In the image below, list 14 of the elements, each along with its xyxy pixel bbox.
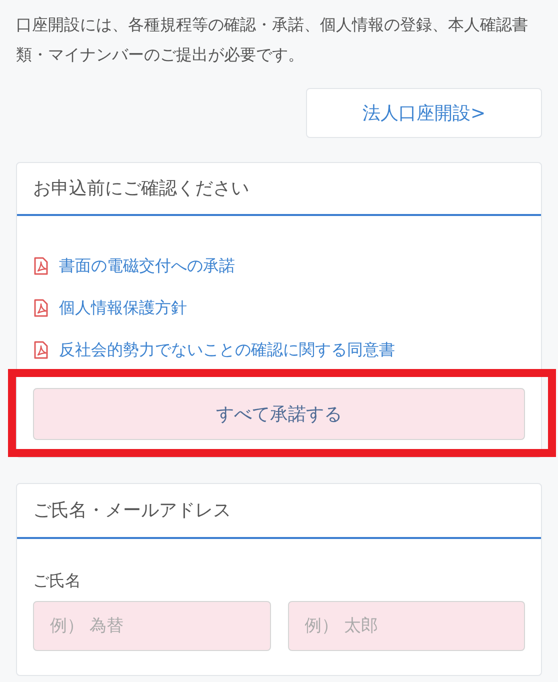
accept-all-button[interactable]: すべて承諾する xyxy=(33,388,525,440)
pdf-file-icon xyxy=(33,341,49,359)
name-input-field[interactable]: 例） 為替 xyxy=(33,601,270,651)
section-title: ご氏名・メールアドレス xyxy=(33,499,231,523)
pdf-file-icon xyxy=(33,299,49,317)
section-title: お申込前にご確認ください xyxy=(33,177,249,201)
name-input-field[interactable]: 例） 太郎 xyxy=(288,601,525,651)
intro-text: 口座開設には、各種規程等の確認・承諾、個人情報の登録、本人確認書類・マイナンバーのご提出が必要です。 xyxy=(16,14,529,66)
document-link[interactable]: 書面の電磁交付への承諾 xyxy=(59,254,235,278)
document-link[interactable]: 個人情報保護方針 xyxy=(59,296,187,320)
document-link[interactable]: 反社会的勢力でないことの確認に関する同意書 xyxy=(59,338,395,362)
pdf-file-icon xyxy=(33,257,49,275)
field-label: ご氏名 xyxy=(33,571,81,590)
corporate-account-button[interactable]: 法人口座開設> xyxy=(306,88,542,138)
